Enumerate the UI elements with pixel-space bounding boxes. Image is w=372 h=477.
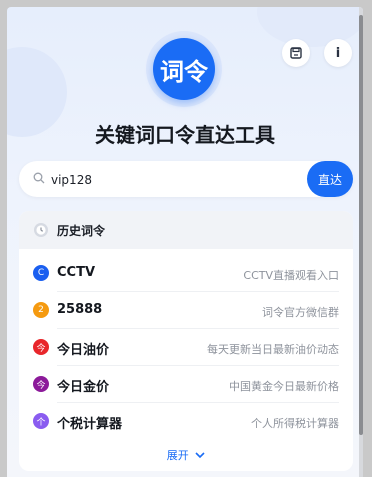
history-item[interactable]: C CCTV CCTV直播观看入口 — [19, 255, 353, 292]
item-name: 25888 — [57, 302, 103, 317]
item-name: CCTV — [57, 265, 96, 280]
page-title: 关键词口令直达工具 — [95, 123, 275, 147]
app-window: 词令 i 关键词口令直达工具 直达 历史词令 C — [7, 7, 363, 477]
item-badge: 2 — [33, 302, 49, 318]
item-desc: 中国黄金今日最新价格 — [229, 380, 339, 393]
save-icon — [290, 47, 302, 59]
app-logo: 词令 — [153, 38, 215, 100]
item-badge: 个 — [33, 413, 49, 429]
item-badge: 今 — [33, 376, 49, 392]
info-icon: i — [335, 45, 341, 61]
history-item[interactable]: 今 今日油价 每天更新当日最新油价动态 — [19, 329, 353, 366]
info-button[interactable]: i — [324, 39, 352, 67]
item-desc: 每天更新当日最新油价动态 — [207, 343, 339, 356]
history-item[interactable]: 个 个税计算器 个人所得税计算器 — [19, 403, 353, 440]
item-name: 个税计算器 — [57, 417, 123, 432]
chevron-down-icon — [195, 452, 205, 459]
go-button[interactable]: 直达 — [307, 161, 353, 197]
item-name: 今日金价 — [57, 380, 110, 395]
item-badge: C — [33, 265, 49, 281]
item-desc: 个人所得税计算器 — [251, 417, 339, 430]
history-item[interactable]: 今 今日金价 中国黄金今日最新价格 — [19, 366, 353, 403]
search-icon — [33, 172, 45, 184]
logo-text: 词令 — [160, 57, 208, 86]
expand-label: 展开 — [166, 449, 189, 462]
item-desc: 词令官方微信群 — [262, 306, 339, 319]
history-panel: 历史词令 C CCTV CCTV直播观看入口 2 25888 词令官方微信群 今… — [19, 211, 353, 471]
expand-button[interactable]: 展开 — [19, 447, 353, 463]
history-title: 历史词令 — [57, 224, 106, 238]
item-name: 今日油价 — [57, 343, 110, 358]
scrollbar-thumb[interactable] — [359, 15, 363, 435]
history-header: 历史词令 — [19, 211, 353, 249]
save-button[interactable] — [282, 39, 310, 67]
item-desc: CCTV直播观看入口 — [243, 269, 339, 282]
item-badge: 今 — [33, 339, 49, 355]
search-input[interactable] — [49, 161, 293, 199]
background-decoration — [257, 7, 363, 47]
search-bar: 直达 — [19, 161, 353, 199]
history-item[interactable]: 2 25888 词令官方微信群 — [19, 292, 353, 329]
clock-icon — [34, 223, 48, 237]
